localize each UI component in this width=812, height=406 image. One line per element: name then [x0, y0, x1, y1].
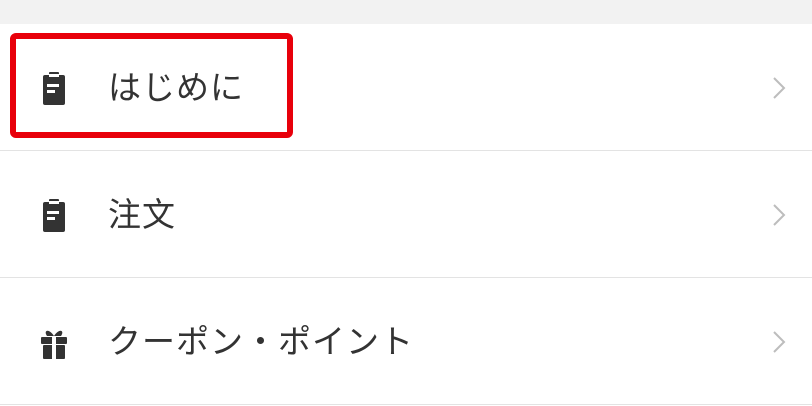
gift-icon — [41, 330, 67, 359]
menu-list: はじめに 注文 クーポン・ポイント — [0, 24, 812, 405]
menu-item-label: クーポン・ポイント — [108, 322, 414, 361]
document-icon — [43, 199, 65, 232]
menu-item-label: 注文 — [108, 195, 176, 234]
document-icon — [43, 72, 65, 105]
menu-item-intro[interactable]: はじめに — [0, 24, 812, 151]
chevron-right-icon — [773, 77, 786, 99]
chevron-right-icon — [773, 204, 786, 226]
menu-item-label: はじめに — [108, 68, 244, 107]
menu-item-orders[interactable]: 注文 — [0, 151, 812, 278]
menu-item-coupons-points[interactable]: クーポン・ポイント — [0, 278, 812, 405]
top-spacer — [0, 0, 812, 24]
chevron-right-icon — [773, 331, 786, 353]
